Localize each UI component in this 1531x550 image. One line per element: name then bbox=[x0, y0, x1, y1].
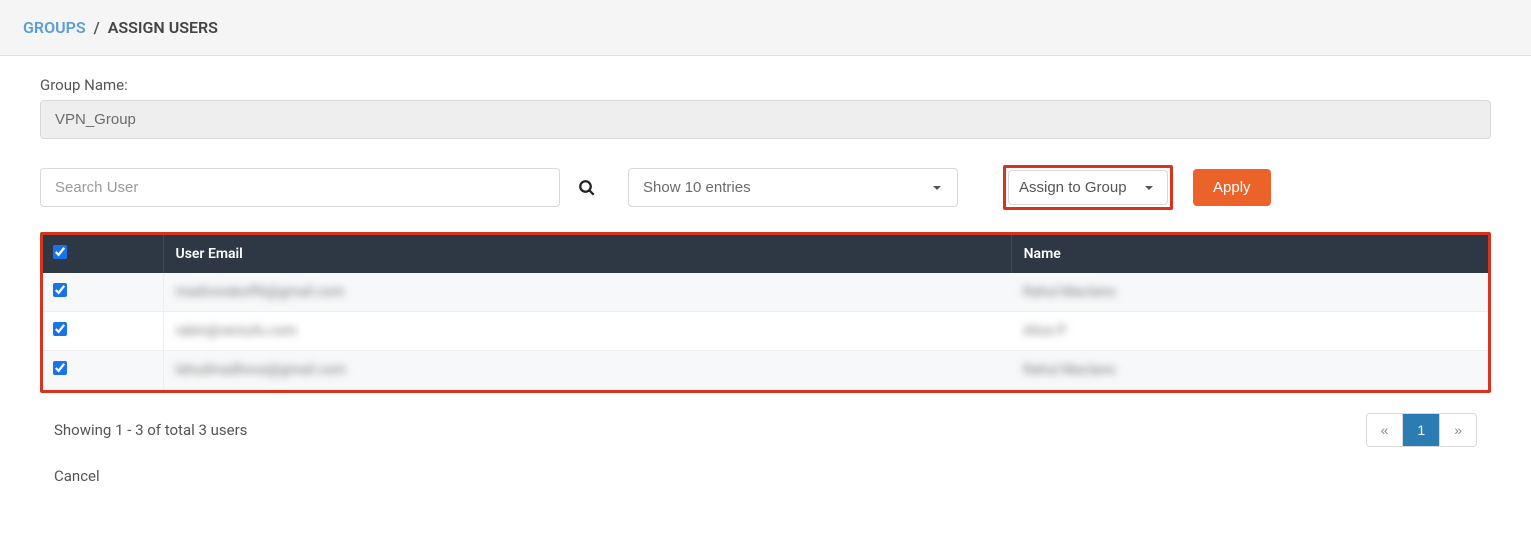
page-prev[interactable]: « bbox=[1367, 414, 1404, 446]
header-email[interactable]: User Email bbox=[163, 235, 1011, 273]
controls-row: Show 10 entries Assign to Group Apply bbox=[40, 165, 1491, 210]
table-row: lahudmadhova@gmail.com Rahul Maclano bbox=[43, 351, 1488, 390]
action-select[interactable]: Assign to Group bbox=[1008, 170, 1168, 205]
row-checkbox[interactable] bbox=[53, 322, 67, 336]
header-checkbox-cell bbox=[43, 235, 163, 273]
search-button[interactable] bbox=[560, 179, 608, 197]
breadcrumb: GROUPS / ASSIGN USERS bbox=[23, 18, 1508, 37]
group-name-input[interactable] bbox=[40, 100, 1491, 139]
cell-name: Alice P bbox=[1011, 312, 1488, 351]
page-1[interactable]: 1 bbox=[1403, 414, 1440, 446]
cancel-link[interactable]: Cancel bbox=[54, 467, 100, 485]
header-name[interactable]: Name bbox=[1011, 235, 1488, 273]
search-icon bbox=[578, 179, 596, 197]
cell-email: madivorakoff6@gmail.com bbox=[163, 273, 1011, 312]
action-select-highlight: Assign to Group bbox=[1003, 165, 1173, 210]
select-all-checkbox[interactable] bbox=[53, 245, 67, 259]
group-name-label: Group Name: bbox=[40, 76, 1491, 94]
row-checkbox[interactable] bbox=[53, 283, 67, 297]
breadcrumb-current: ASSIGN USERS bbox=[108, 18, 218, 37]
cell-email: rabin@versufu.com bbox=[163, 312, 1011, 351]
search-wrap bbox=[40, 168, 608, 207]
table-row: rabin@versufu.com Alice P bbox=[43, 312, 1488, 351]
search-input[interactable] bbox=[40, 168, 560, 207]
header-bar: GROUPS / ASSIGN USERS bbox=[0, 0, 1531, 56]
page-next[interactable]: » bbox=[1440, 414, 1476, 446]
breadcrumb-sep: / bbox=[94, 18, 100, 37]
entries-select[interactable]: Show 10 entries bbox=[628, 168, 958, 207]
pagination: « 1 » bbox=[1366, 413, 1477, 447]
apply-button[interactable]: Apply bbox=[1193, 169, 1271, 206]
users-table-frame: User Email Name madivorakoff6@gmail.com … bbox=[40, 232, 1491, 393]
pagination-info: Showing 1 - 3 of total 3 users bbox=[54, 421, 247, 439]
table-footer: Showing 1 - 3 of total 3 users « 1 » bbox=[40, 413, 1491, 447]
users-table: User Email Name madivorakoff6@gmail.com … bbox=[43, 235, 1488, 390]
cell-name: Rahul Maclano bbox=[1011, 351, 1488, 390]
row-checkbox[interactable] bbox=[53, 361, 67, 375]
cell-email: lahudmadhova@gmail.com bbox=[163, 351, 1011, 390]
table-row: madivorakoff6@gmail.com Rahul Maclano bbox=[43, 273, 1488, 312]
table-header-row: User Email Name bbox=[43, 235, 1488, 273]
cell-name: Rahul Maclano bbox=[1011, 273, 1488, 312]
breadcrumb-root[interactable]: GROUPS bbox=[23, 18, 86, 37]
content: Group Name: Show 10 entries Assign to Gr… bbox=[0, 56, 1531, 515]
